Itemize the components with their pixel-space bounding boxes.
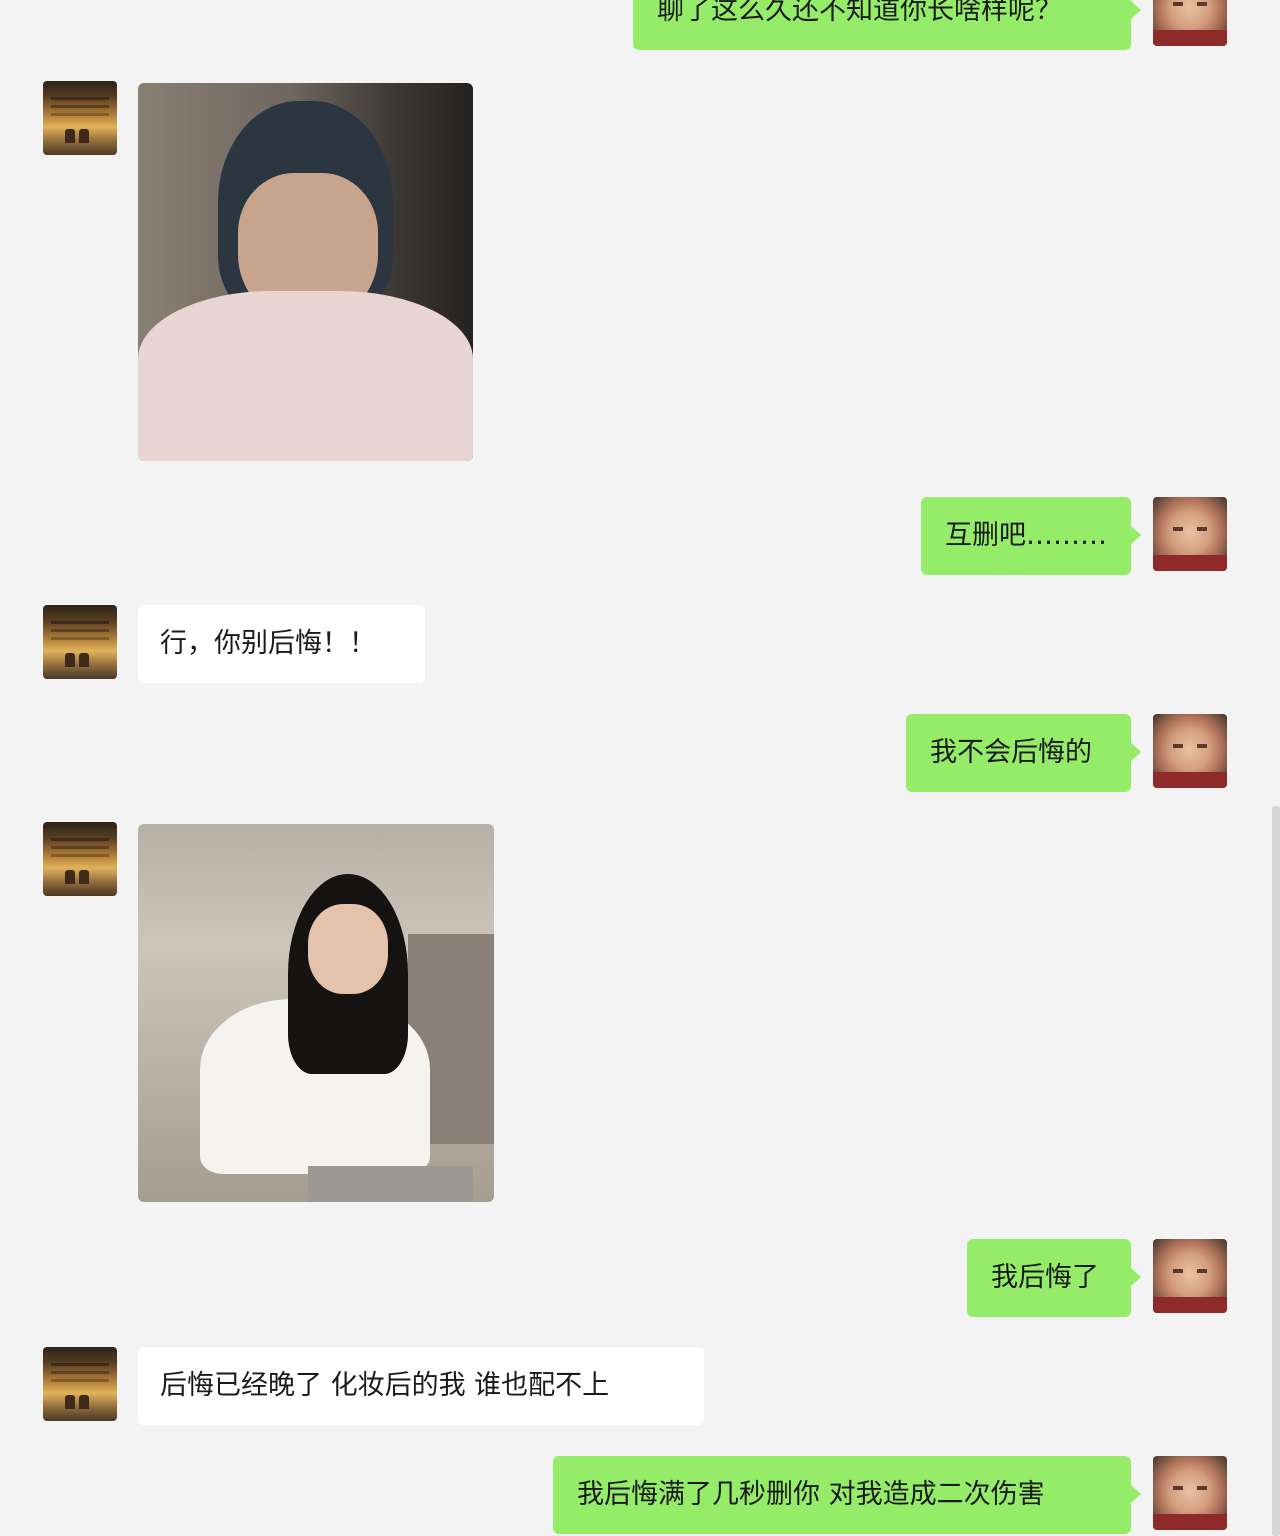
outgoing-message[interactable]: 聊了这么久还不知道你长啥样呢？	[633, 0, 1141, 50]
contact-avatar[interactable]	[43, 1347, 117, 1421]
my-avatar[interactable]	[1153, 0, 1227, 46]
my-avatar[interactable]	[1153, 1239, 1227, 1313]
chat-window: 聊了这么久还不知道你长啥样呢？ 互删吧……… 行，你别后悔！！ 我不会后悔的 我…	[0, 0, 1280, 1536]
my-avatar[interactable]	[1153, 497, 1227, 571]
incoming-photo[interactable]	[138, 83, 473, 461]
my-avatar[interactable]	[1153, 714, 1227, 788]
contact-avatar[interactable]	[43, 605, 117, 679]
outgoing-message[interactable]: 我后悔满了几秒删你 对我造成二次伤害	[553, 1456, 1141, 1534]
incoming-message[interactable]: 行，你别后悔！！	[138, 605, 425, 683]
outgoing-message[interactable]: 我不会后悔的	[906, 714, 1141, 792]
incoming-photo[interactable]	[138, 824, 494, 1202]
outgoing-message[interactable]: 互删吧………	[921, 497, 1141, 575]
incoming-message[interactable]: 后悔已经晚了 化妆后的我 谁也配不上	[138, 1347, 704, 1425]
scrollbar[interactable]	[1272, 806, 1280, 1536]
outgoing-message[interactable]: 我后悔了	[967, 1239, 1141, 1317]
contact-avatar[interactable]	[43, 822, 117, 896]
contact-avatar[interactable]	[43, 81, 117, 155]
my-avatar[interactable]	[1153, 1456, 1227, 1530]
